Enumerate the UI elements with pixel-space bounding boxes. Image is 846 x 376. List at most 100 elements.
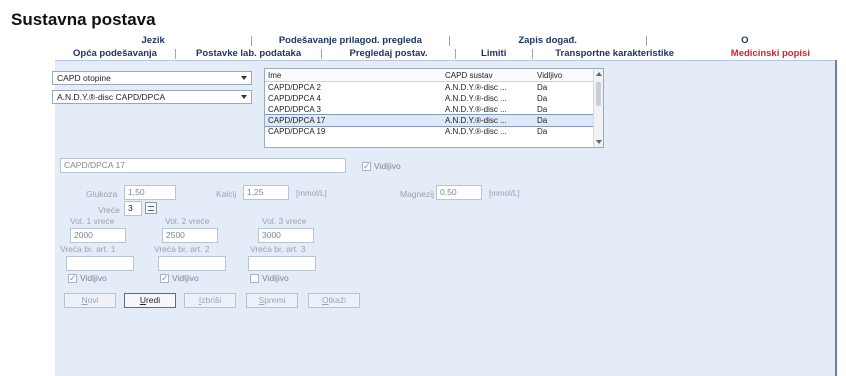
list-item[interactable]: CAPD/DPCA 4 A.N.D.Y.®-disc ... Da [265,93,603,104]
checkmark-icon: ✓ [69,272,77,283]
list-type-select[interactable]: CAPD otopine [52,71,252,85]
calcium-label: Kalcij [216,189,237,199]
cancel-button-label: tkaži [328,295,347,305]
checkbox-box: ✓ [160,272,169,283]
delete-button[interactable]: Izbriši [184,293,236,308]
scroll-thumb[interactable] [596,82,601,106]
tab-o[interactable]: O [647,35,843,46]
checkbox-box: ✓ [362,160,371,171]
list-item[interactable]: CAPD/DPCA 19 A.N.D.Y.®-disc ... Da [265,126,603,137]
vis2-label: Vidljivo [172,273,199,283]
new-button-label: ovi [87,295,99,305]
vol3-label: Vol. 3 vreće [262,216,307,226]
list-cell: CAPD/DPCA 4 [268,94,321,103]
column-header-capd-system[interactable]: CAPD sustav [445,69,537,81]
cancel-button[interactable]: Otkaži [308,293,360,308]
list-cell: Da [537,105,548,114]
list-item[interactable]: CAPD/DPCA 2 A.N.D.Y.®-disc ... Da [265,82,603,93]
list-cell: A.N.D.Y.®-disc ... [445,116,507,125]
edit-button[interactable]: Uredi [124,293,176,308]
magnesium-field[interactable]: 0,50 [436,185,482,200]
list-cell: Da [537,127,548,136]
tab-podesavanje-prilagod-pregleda[interactable]: Podešavanje prilagod. pregleda [252,35,448,46]
tab-row-top: Jezik Podešavanje prilagod. pregleda Zap… [55,35,843,46]
new-button[interactable]: Novi [64,293,116,308]
tab-jezik[interactable]: Jezik [55,35,251,46]
list-cell: A.N.D.Y.®-disc ... [445,94,507,103]
edit-button-label: redi [145,295,161,305]
bags-field[interactable]: 3 [124,201,142,216]
page-title: Sustavna postava [11,10,156,29]
art1-field[interactable] [66,256,134,271]
tab-row-bottom: Opća podešavanja Postavke lab. podataka … [55,48,843,59]
capd-system-select-value: A.N.D.Y.®-disc CAPD/DPCA [57,92,166,102]
vis3-label: Vidljivo [262,273,289,283]
bags-label: Vreće [98,205,120,215]
chevron-down-icon [241,76,247,80]
vol2-label: Vol. 2 vreće [165,216,210,226]
glucose-field[interactable]: 1,50 [124,185,176,200]
solutions-list[interactable]: Ime CAPD sustav Vidljivo CAPD/DPCA 2 A.N… [264,68,604,148]
vis1-checkbox[interactable]: ✓ Vidljivo [68,273,107,283]
panel-edge [835,60,837,376]
tab-postavke-lab-podataka[interactable]: Postavke lab. podataka [176,48,321,59]
vol2-field[interactable]: 2500 [162,228,218,243]
delete-button-label: zbriši [201,295,222,305]
cancel-button-mnemonic: O [321,295,329,305]
tab-limiti[interactable]: Limiti [456,48,532,59]
vol1-field[interactable]: 2000 [70,228,126,243]
checkbox-box: ✓ [68,272,77,283]
stepper-down-icon[interactable] [148,210,154,211]
magnesium-label: Magnezij [400,189,435,199]
column-header-visible[interactable]: Vidljivo [537,69,587,81]
list-cell: Da [537,94,548,103]
checkmark-icon: ✓ [363,160,371,171]
stepper-up-icon[interactable] [148,206,154,207]
tab-transportne-karakteristike[interactable]: Transportne karakteristike [533,48,697,59]
vis1-label: Vidljivo [80,273,107,283]
tab-pregledaj-postav[interactable]: Pregledaj postav. [322,48,455,59]
list-header: Ime CAPD sustav Vidljivo [265,69,603,82]
column-header-name[interactable]: Ime [265,69,445,81]
visible-checkbox-label: Vidljivo [374,161,401,171]
save-button[interactable]: Spremi [246,293,298,308]
list-cell: CAPD/DPCA 3 [268,105,321,114]
art1-label: Vreća br. art. 1 [60,244,116,254]
tab-zapis-dogad[interactable]: Zapis događ. [450,35,646,46]
chevron-down-icon [241,95,247,99]
art3-field[interactable] [248,256,316,271]
tab-medicinski-popisi[interactable]: Medicinski popisi [698,48,843,59]
list-cell: A.N.D.Y.®-disc ... [445,127,507,136]
list-cell: CAPD/DPCA 17 [268,116,326,125]
checkmark-icon: ✓ [161,272,169,283]
art2-label: Vreća br. art. 2 [154,244,210,254]
art3-label: Vreća br. art. 3 [250,244,306,254]
bags-stepper[interactable] [145,202,157,214]
list-item-selected[interactable]: CAPD/DPCA 17 A.N.D.Y.®-disc ... Da [265,114,603,127]
magnesium-unit: [mmol/L] [489,189,520,198]
tab-opca-podesavanja[interactable]: Opća podešavanja [55,48,175,59]
scroll-up-icon[interactable] [596,72,602,76]
calcium-field[interactable]: 1,25 [243,185,289,200]
list-cell: CAPD/DPCA 2 [268,83,321,92]
list-cell: CAPD/DPCA 19 [268,127,326,136]
glucose-label: Glukoza [86,189,118,199]
checkbox-box [250,273,259,283]
list-scrollbar[interactable] [593,69,603,147]
vol1-label: Vol. 1 vreće [70,216,115,226]
list-cell: Da [537,116,548,125]
save-button-label: premi [264,295,286,305]
vis2-checkbox[interactable]: ✓ Vidljivo [160,273,199,283]
list-cell: A.N.D.Y.®-disc ... [445,83,507,92]
vol3-field[interactable]: 3000 [258,228,314,243]
scroll-down-icon[interactable] [596,140,602,144]
list-type-select-value: CAPD otopine [57,73,111,83]
list-item[interactable]: CAPD/DPCA 3 A.N.D.Y.®-disc ... Da [265,104,603,115]
list-cell: Da [537,83,548,92]
calcium-unit: [mmol/L] [296,189,327,198]
capd-system-select[interactable]: A.N.D.Y.®-disc CAPD/DPCA [52,90,252,104]
visible-checkbox[interactable]: ✓ Vidljivo [362,161,401,171]
name-field[interactable]: CAPD/DPCA 17 [60,158,346,173]
vis3-checkbox[interactable]: Vidljivo [250,273,289,283]
art2-field[interactable] [158,256,226,271]
